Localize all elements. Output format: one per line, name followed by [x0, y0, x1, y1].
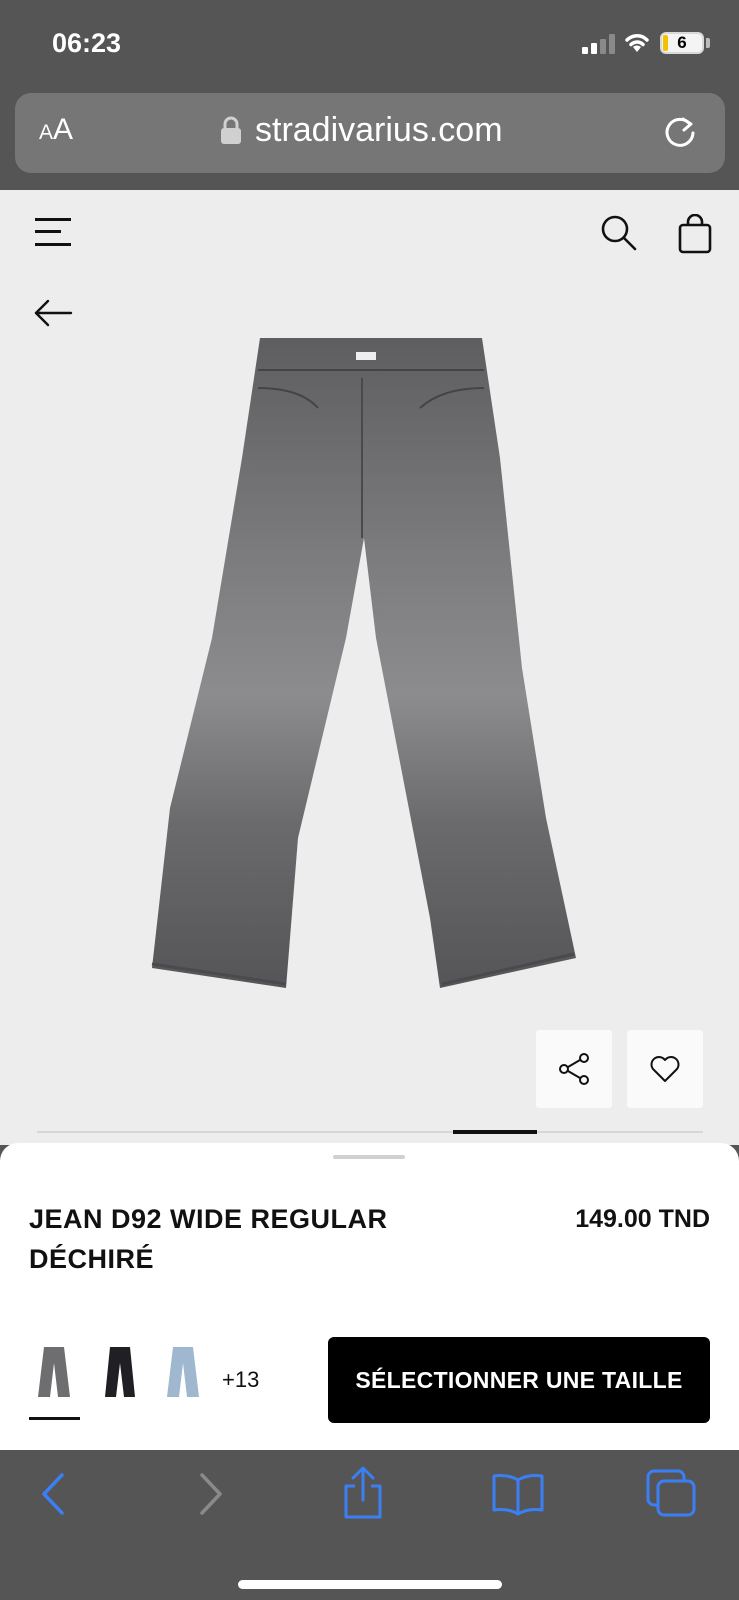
wifi-icon — [625, 34, 649, 52]
back-nav-icon[interactable] — [38, 1472, 68, 1516]
gallery-progress-fill — [453, 1130, 537, 1134]
bookmarks-icon[interactable] — [490, 1472, 546, 1516]
selected-swatch-indicator — [29, 1417, 80, 1420]
bag-icon[interactable] — [678, 214, 712, 254]
status-time: 06:23 — [52, 28, 122, 58]
back-arrow-icon[interactable] — [33, 298, 73, 328]
share-button[interactable] — [536, 1030, 612, 1108]
favorite-button[interactable] — [627, 1030, 703, 1108]
tabs-icon[interactable] — [645, 1468, 697, 1518]
product-image[interactable] — [150, 338, 590, 998]
product-price: 149.00 TND — [575, 1205, 710, 1233]
share-nav-icon[interactable] — [340, 1466, 386, 1520]
color-swatch-black[interactable] — [95, 1343, 145, 1403]
color-swatch-light-blue[interactable] — [158, 1343, 208, 1403]
home-indicator — [238, 1580, 502, 1589]
address-bar[interactable]: AA stradivarius.com — [15, 93, 725, 173]
lock-icon — [221, 116, 241, 144]
sheet-handle[interactable] — [333, 1155, 405, 1159]
search-icon[interactable] — [600, 214, 638, 252]
product-name: JEAN D92 WIDE REGULAR DÉCHIRÉ — [29, 1204, 388, 1274]
battery-icon: 6 — [660, 32, 704, 54]
product-info-sheet: JEAN D92 WIDE REGULAR DÉCHIRÉ 149.00 TND… — [0, 1143, 739, 1450]
select-size-button[interactable]: SÉLECTIONNER UNE TAILLE — [328, 1337, 710, 1423]
reader-options-button[interactable]: AA — [39, 113, 73, 147]
reload-icon[interactable] — [660, 111, 700, 153]
menu-icon[interactable] — [35, 216, 71, 246]
forward-nav-icon[interactable] — [196, 1472, 226, 1516]
share-icon — [559, 1053, 589, 1085]
gallery-progress — [37, 1130, 703, 1134]
heart-icon — [650, 1056, 680, 1082]
browser-toolbar — [0, 1450, 739, 1600]
status-bar: 06:23 6 — [0, 0, 739, 90]
signal-icon — [582, 34, 616, 54]
more-colors-count[interactable]: +13 — [222, 1367, 259, 1393]
color-swatch-grey[interactable] — [29, 1343, 79, 1403]
product-page — [0, 190, 739, 1145]
battery-level: 6 — [677, 33, 687, 52]
url-text[interactable]: stradivarius.com — [255, 111, 503, 150]
